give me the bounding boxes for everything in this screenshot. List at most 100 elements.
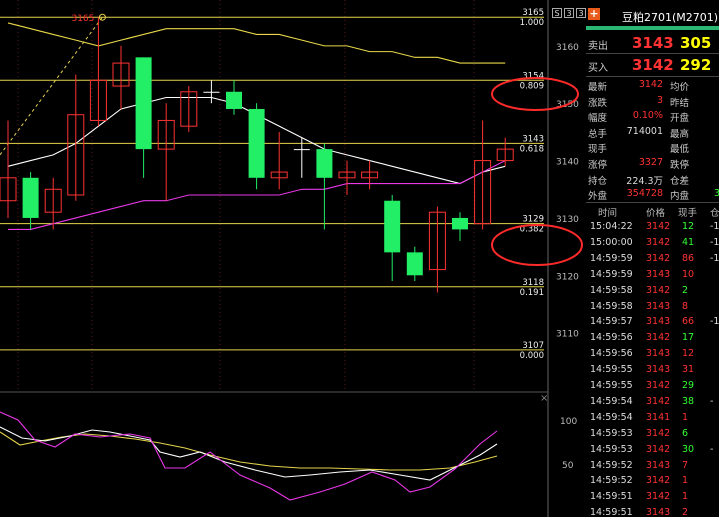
tick-time: 14:59:54 bbox=[590, 395, 633, 407]
bid-label: 买入 bbox=[588, 63, 608, 74]
tick-price: 3142 bbox=[646, 395, 671, 407]
kline-chart-area[interactable]: 3110 3120 3130 3140 3150 3160 3165 1.000 3154 0.8… bbox=[0, 0, 586, 517]
fib-price-label: 3107 bbox=[522, 341, 544, 351]
tick-time: 15:00:00 bbox=[590, 236, 633, 248]
tick-price: 3142 bbox=[646, 332, 671, 344]
stat-value: 3327 bbox=[638, 157, 663, 168]
tick-price: 3142 bbox=[646, 236, 671, 248]
tick-row[interactable]: 15:04:22 3142 12 -1 bbox=[586, 219, 719, 235]
tick-row[interactable]: 14:59:52 3143 7 bbox=[586, 458, 719, 474]
tick-row[interactable]: 14:59:57 3143 66 -1 bbox=[586, 314, 719, 330]
close-icon: × bbox=[540, 393, 548, 404]
tick-time: 14:59:54 bbox=[590, 411, 633, 423]
ask-row[interactable]: 卖出 3143 305 bbox=[586, 32, 719, 54]
tick-row[interactable]: 14:59:55 3143 31 bbox=[586, 362, 719, 378]
tick-volume: 1 bbox=[682, 491, 689, 503]
tick-time: 14:59:53 bbox=[590, 443, 633, 455]
contract-title: 豆粕2701(M2701)° bbox=[622, 9, 719, 24]
stat-label: 最新 bbox=[588, 82, 608, 93]
tick-volume: 17 bbox=[682, 332, 695, 344]
candle-body bbox=[203, 91, 220, 93]
stat-label: 持仓 bbox=[588, 175, 608, 187]
fib-price-label: 3154 bbox=[522, 71, 544, 81]
stat-label: 涨跌 bbox=[588, 97, 608, 109]
ticks-header-price: 价格 bbox=[646, 208, 666, 219]
stat-label-2: 跌停 bbox=[670, 160, 690, 171]
tick-volume: 30 bbox=[682, 443, 695, 455]
fib-price-label: 3118 bbox=[522, 278, 544, 288]
stat-value: 354728 bbox=[626, 188, 663, 200]
tick-row[interactable]: 14:59:56 3142 17 bbox=[586, 330, 719, 346]
tick-price: 3142 bbox=[646, 380, 671, 391]
stat-row: 涨停 3327 跌停 bbox=[586, 155, 719, 171]
ask-label: 卖出 bbox=[588, 41, 608, 52]
stat-row: 外盘 354728 内盘 3 bbox=[586, 186, 719, 202]
toolbar-button-3b[interactable]: 3 bbox=[576, 8, 586, 18]
tick-volume: 29 bbox=[682, 380, 695, 391]
stat-value: 3 bbox=[656, 94, 663, 106]
tick-row[interactable]: 14:59:51 3142 1 bbox=[586, 489, 719, 505]
quote-panel: + 豆粕2701(M2701)° 卖出 3143 305 买入 3142 292… bbox=[586, 0, 719, 517]
y-tick-label: 3140 bbox=[556, 158, 579, 168]
add-icon[interactable]: + bbox=[588, 8, 600, 20]
tick-row[interactable]: 14:59:59 3142 86 -1 bbox=[586, 251, 719, 267]
candle-body bbox=[452, 217, 468, 230]
tick-volume: 12 bbox=[682, 348, 695, 360]
stat-label: 外盘 bbox=[588, 191, 608, 203]
fib-ratio-label: 0.191 bbox=[520, 288, 544, 298]
tick-row[interactable]: 14:59:54 3141 1 bbox=[586, 410, 719, 426]
tick-volume: 41 bbox=[682, 236, 695, 248]
quote-header: + 豆粕2701(M2701)° bbox=[586, 6, 719, 26]
stat-label-2: 最高 bbox=[670, 128, 690, 140]
tick-row[interactable]: 14:59:52 3142 1 bbox=[586, 473, 719, 489]
tick-price: 3143 bbox=[646, 268, 671, 280]
tick-volume: 1 bbox=[682, 411, 689, 423]
tick-price: 3142 bbox=[646, 427, 671, 439]
bid-price: 3142 bbox=[632, 56, 674, 74]
y-tick-label: 3120 bbox=[556, 272, 579, 282]
ticks-header-volume: 现手 bbox=[678, 208, 698, 219]
tick-row[interactable]: 14:59:55 3142 29 bbox=[586, 378, 719, 394]
ticks-header-time: 时间 bbox=[598, 208, 618, 219]
tick-price: 3143 bbox=[646, 459, 671, 471]
stat-label-2: 最低 bbox=[670, 144, 690, 156]
candle-body bbox=[384, 200, 401, 253]
tick-price: 3142 bbox=[646, 491, 671, 503]
tick-volume: 86 bbox=[682, 252, 695, 264]
tick-row[interactable]: 14:59:53 3142 6 bbox=[586, 426, 719, 442]
bid-row[interactable]: 买入 3142 292 bbox=[586, 54, 719, 76]
fib-ratio-label: 0.809 bbox=[520, 81, 544, 91]
stat-label: 总手 bbox=[588, 128, 608, 140]
stat-value: 714001 bbox=[626, 125, 663, 137]
tick-row[interactable]: 14:59:56 3143 12 bbox=[586, 346, 719, 362]
stat-label: 现手 bbox=[588, 144, 608, 156]
tick-time: 14:59:59 bbox=[590, 252, 633, 264]
toolbar-button-s[interactable]: S bbox=[552, 8, 562, 18]
tick-row[interactable]: 15:00:00 3142 41 -1 bbox=[586, 235, 719, 251]
tick-row[interactable]: 14:59:59 3143 10 bbox=[586, 267, 719, 283]
stat-row: 现手 最低 bbox=[586, 139, 719, 155]
tick-price: 3141 bbox=[646, 411, 671, 423]
ask-volume: 305 bbox=[680, 34, 712, 52]
indicator-line-k bbox=[0, 431, 498, 471]
toolbar-button-3a[interactable]: 3 bbox=[564, 8, 574, 18]
tick-price: 3143 bbox=[646, 300, 671, 312]
tick-row[interactable]: 14:59:58 3143 8 bbox=[586, 299, 719, 315]
tick-row[interactable]: 14:59:58 3142 2 bbox=[586, 283, 719, 299]
tick-position: -1 bbox=[710, 221, 719, 232]
tick-time: 14:59:52 bbox=[590, 475, 633, 487]
candle-body bbox=[293, 149, 310, 151]
stat-label: 涨停 bbox=[588, 160, 608, 171]
stat-label-2: 仓差 bbox=[670, 175, 690, 187]
candle-body bbox=[22, 177, 39, 218]
tick-volume: 66 bbox=[682, 316, 695, 328]
tick-row[interactable]: 14:59:51 3143 2 bbox=[586, 505, 719, 517]
kline-chart[interactable]: 31103120313031403150316031651.00031540.8… bbox=[0, 0, 585, 517]
tick-volume: 1 bbox=[682, 475, 689, 487]
candle-body bbox=[248, 108, 265, 178]
stat-row: 幅度 0.10% 开盘 bbox=[586, 108, 719, 124]
tick-position: - bbox=[710, 395, 714, 407]
tick-row[interactable]: 14:59:54 3142 38 - bbox=[586, 394, 719, 410]
tick-row[interactable]: 14:59:53 3142 30 - bbox=[586, 442, 719, 458]
tick-volume: 38 bbox=[682, 395, 695, 407]
